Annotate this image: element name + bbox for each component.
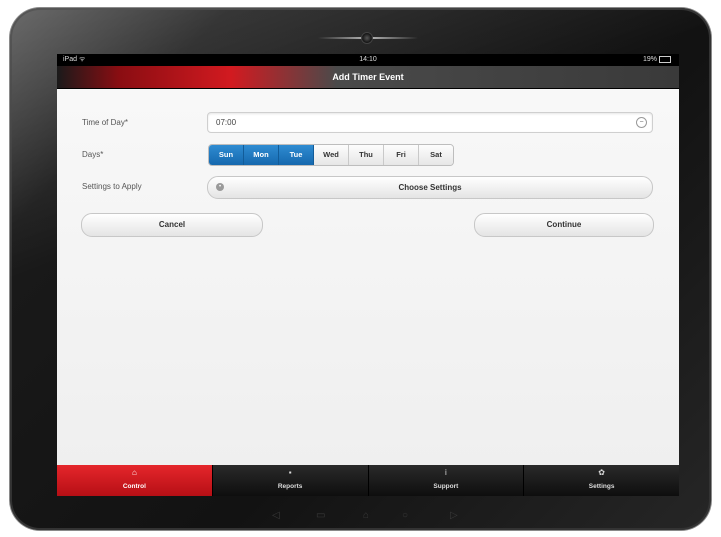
day-toggle-tue[interactable]: Tue	[279, 145, 314, 165]
back-nav-icon[interactable]: ◁	[272, 508, 280, 524]
tab-control[interactable]: ⌂ Control	[57, 465, 212, 496]
choose-settings-label: Choose Settings	[398, 183, 462, 192]
day-toggle-wed[interactable]: Wed	[314, 145, 349, 165]
forward-nav-icon[interactable]: ▷	[450, 508, 458, 524]
days-selector: Sun Mon Tue Wed Thu Fri Sat	[208, 144, 454, 166]
settings-to-apply-label: Settings to Apply	[82, 182, 142, 191]
day-toggle-fri[interactable]: Fri	[384, 145, 419, 165]
day-toggle-sat[interactable]: Sat	[419, 145, 453, 165]
continue-button[interactable]: Continue	[474, 213, 654, 237]
search-nav-icon[interactable]: ○	[402, 508, 408, 524]
cancel-button[interactable]: Cancel	[81, 213, 263, 237]
tab-support-label: Support	[433, 483, 459, 490]
tab-settings[interactable]: ✿ Settings	[523, 465, 679, 496]
camera-icon	[362, 33, 372, 43]
day-toggle-thu[interactable]: Thu	[349, 145, 384, 165]
home-icon: ⌂	[131, 468, 137, 477]
home-nav-icon[interactable]: ⌂	[363, 508, 369, 524]
status-time: 14:10	[359, 56, 377, 63]
device-nav-bar: ◁ ▭ ⌂ ○ ▷	[260, 508, 480, 524]
reports-icon: ▪	[288, 468, 292, 477]
tab-support[interactable]: i Support	[367, 465, 524, 496]
page-title: Add Timer Event	[332, 72, 404, 82]
days-label: Days*	[82, 150, 104, 159]
battery-icon	[659, 55, 671, 63]
tab-reports-label: Reports	[277, 483, 303, 490]
info-icon: i	[444, 468, 447, 477]
day-toggle-mon[interactable]: Mon	[244, 145, 279, 165]
battery-status: 19%	[643, 54, 671, 66]
tab-settings-label: Settings	[588, 483, 615, 490]
choose-settings-button[interactable]: • Choose Settings	[207, 176, 653, 199]
battery-percent: 19%	[642, 56, 657, 63]
clear-icon[interactable]: −	[636, 117, 647, 128]
form-area: Time of Day* 07:00 − Days* Sun Mon Tue W…	[57, 89, 679, 465]
tab-reports[interactable]: ▪ Reports	[211, 465, 368, 496]
recent-apps-icon[interactable]: ▭	[316, 508, 325, 524]
tab-control-label: Control	[122, 483, 146, 490]
time-value: 07:00	[216, 118, 237, 127]
day-toggle-sun[interactable]: Sun	[209, 145, 244, 165]
time-of-day-input[interactable]: 07:00 −	[207, 112, 653, 133]
tab-bar: ⌂ Control ▪ Reports i Support ✿ Settings	[57, 465, 679, 496]
gear-icon: ✿	[598, 468, 605, 477]
time-of-day-label: Time of Day*	[82, 118, 128, 127]
screen: iPad ᯤ 14:10 19% Add Timer Event Time of…	[57, 54, 679, 496]
title-bar: Add Timer Event	[57, 66, 679, 89]
status-bar: iPad ᯤ 14:10 19%	[57, 54, 679, 66]
